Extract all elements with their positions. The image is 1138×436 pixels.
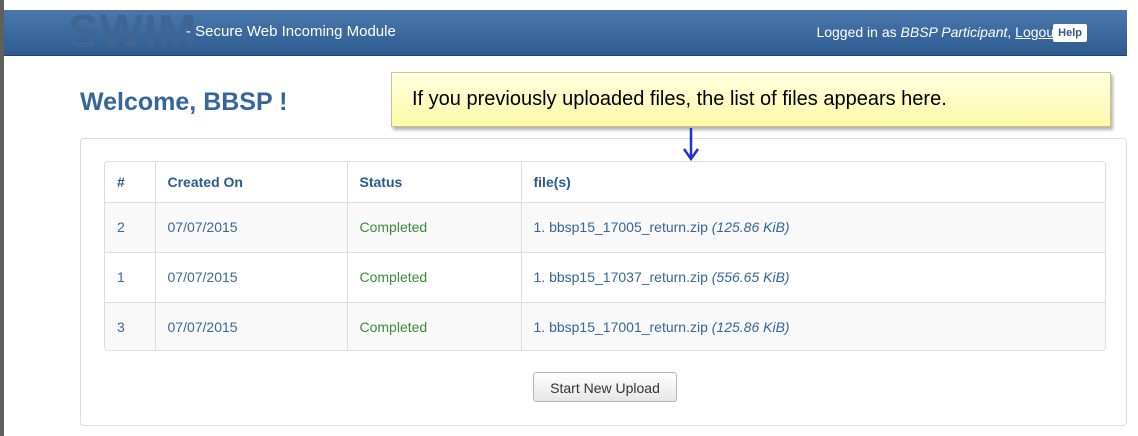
help-button[interactable]: Help: [1053, 24, 1087, 42]
swim-logo[interactable]: SWIM: [68, 8, 197, 54]
user-role: BBSP Participant: [900, 24, 1008, 40]
file-size: (125.86 KiB): [711, 219, 790, 235]
row-number: 2: [105, 201, 156, 252]
start-new-upload-button[interactable]: Start New Upload: [533, 372, 677, 402]
page-title: Welcome, BBSP !: [80, 88, 288, 116]
file-index: 1.: [533, 219, 546, 235]
arrow-down-icon: [683, 128, 699, 162]
uploads-table: # Created On Status file(s) 2 07/07/2015…: [105, 162, 1105, 350]
row-created-on: 07/07/2015: [155, 301, 348, 350]
file-link[interactable]: bbsp15_17037_return.zip: [549, 269, 708, 285]
app-frame: SWIM - Secure Web Incoming Module Logged…: [0, 0, 1138, 436]
row-status: Completed: [347, 251, 522, 302]
column-header-created-on: Created On: [155, 162, 348, 202]
logged-in-prefix: Logged in as: [816, 24, 901, 40]
annotation-callout: If you previously uploaded files, the li…: [391, 72, 1111, 127]
row-status: Completed: [347, 301, 522, 350]
uploads-table-container: # Created On Status file(s) 2 07/07/2015…: [104, 161, 1106, 351]
row-status: Completed: [347, 201, 522, 252]
column-header-number: #: [105, 162, 156, 202]
row-files: 1. bbsp15_17001_return.zip (125.86 KiB): [521, 301, 1105, 350]
table-row: 3 07/07/2015 Completed 1. bbsp15_17001_r…: [105, 301, 1105, 350]
app-subtitle: - Secure Web Incoming Module: [186, 23, 396, 40]
row-created-on: 07/07/2015: [155, 251, 348, 302]
column-header-files: file(s): [533, 173, 571, 190]
table-header-row: # Created On Status file(s): [105, 162, 1105, 202]
file-link[interactable]: bbsp15_17005_return.zip: [549, 219, 708, 235]
uploads-panel: # Created On Status file(s) 2 07/07/2015…: [80, 138, 1127, 426]
file-size: (556.65 KiB): [711, 269, 790, 285]
window-left-border: [0, 0, 4, 436]
user-separator: ,: [1007, 24, 1016, 40]
table-row: 2 07/07/2015 Completed 1. bbsp15_17005_r…: [105, 201, 1105, 252]
row-files: 1. bbsp15_17037_return.zip (556.65 KiB): [521, 251, 1105, 302]
row-number: 3: [105, 301, 156, 350]
logout-link[interactable]: Logout: [1015, 24, 1058, 40]
file-index: 1.: [533, 269, 546, 285]
file-index: 1.: [533, 319, 546, 336]
table-row: 1 07/07/2015 Completed 1. bbsp15_17037_r…: [105, 251, 1105, 302]
row-files: 1. bbsp15_17005_return.zip (125.86 KiB): [521, 201, 1105, 252]
file-size: (125.86 KiB): [711, 319, 790, 336]
column-header-status: Status: [347, 162, 522, 202]
row-created-on: 07/07/2015: [155, 201, 348, 252]
user-status: Logged in as BBSP Participant, Logout: [816, 23, 1058, 41]
row-number: 1: [105, 251, 156, 302]
top-navbar: SWIM - Secure Web Incoming Module Logged…: [4, 8, 1127, 56]
file-link[interactable]: bbsp15_17001_return.zip: [549, 319, 708, 335]
